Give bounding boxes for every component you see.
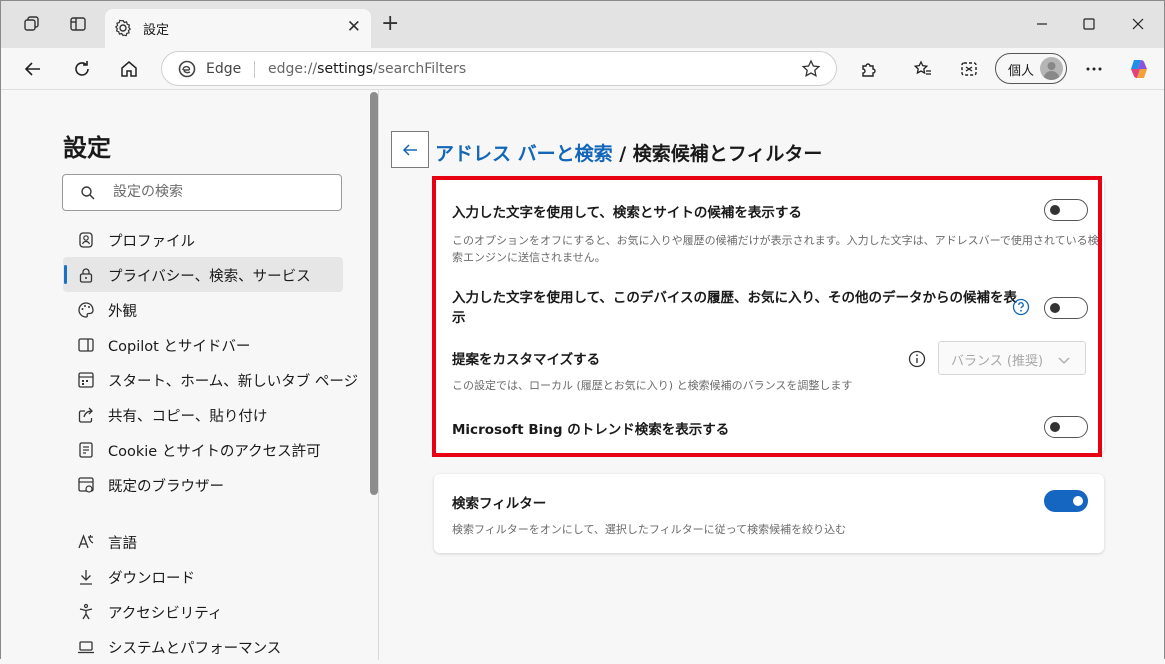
home-grid-icon	[77, 371, 95, 389]
download-icon	[77, 568, 95, 586]
content-area: 設定 プロファイル プライバシー、検索、サービス 外観	[1, 90, 1164, 660]
search-filter-card: 検索フィルター 検索フィルターをオンにして、選択したフィルターに従って検索候補を…	[434, 474, 1104, 553]
workspaces-icon[interactable]	[21, 13, 43, 35]
sidebar-item-label: 共有、コピー、貼り付け	[108, 409, 268, 425]
sidebar-item-share[interactable]: 共有、コピー、貼り付け	[63, 397, 343, 432]
maximize-button[interactable]	[1078, 13, 1100, 35]
sidebar-item-default-browser[interactable]: 既定のブラウザー	[63, 467, 343, 502]
sidebar-item-privacy[interactable]: プライバシー、検索、サービス	[63, 257, 343, 292]
more-menu-icon[interactable]	[1082, 57, 1106, 81]
active-indicator	[64, 265, 67, 284]
settings-search-box[interactable]	[62, 174, 342, 211]
sidebar-item-label: Copilot とサイドバー	[108, 339, 251, 355]
tab-title: 設定	[143, 23, 170, 38]
tab-close-button[interactable]: ✕	[347, 17, 361, 37]
tab-actions-icon[interactable]	[67, 13, 89, 35]
refresh-button[interactable]	[70, 57, 94, 81]
lock-icon	[77, 266, 95, 284]
extensions-icon[interactable]	[857, 57, 881, 81]
accessibility-icon	[77, 603, 95, 621]
suggestions-setting-desc: このオプションをオフにすると、お気に入りや履歴の候補だけが表示されます。入力した…	[452, 234, 1099, 264]
laptop-icon	[77, 638, 95, 656]
profile-label: 個人	[1008, 64, 1035, 79]
browser-window: 設定 ✕ + Edge edge://settings/searchFilter…	[0, 0, 1165, 660]
settings-main: アドレス バーと検索 / 検索候補とフィルター 入力した文字を使用して、検索とサ…	[380, 90, 1165, 660]
sidebar-item-label: スタート、ホーム、新しいタブ ページ	[108, 374, 359, 390]
sidebar-item-language[interactable]: 言語	[63, 524, 343, 559]
breadcrumb-back-button[interactable]	[391, 131, 429, 168]
arrow-left-icon	[402, 143, 417, 156]
copilot-icon[interactable]	[1127, 57, 1151, 81]
sidebar-item-label: 言語	[108, 536, 137, 552]
page-title: 検索候補とフィルター	[632, 143, 823, 165]
address-bar[interactable]: Edge edge://settings/searchFilters	[161, 51, 837, 86]
screenshot-icon[interactable]	[957, 57, 981, 81]
sidebar-item-label: 外観	[108, 304, 137, 320]
gear-icon	[113, 18, 133, 38]
bing-trending-setting-title: Microsoft Bing のトレンド検索を表示する	[452, 422, 730, 438]
avatar	[1040, 57, 1063, 80]
search-suggestions-card: 入力した文字を使用して、検索とサイトの候補を表示する このオプションをオフにする…	[434, 177, 1104, 454]
sidebar-item-label: 既定のブラウザー	[108, 479, 224, 495]
search-input[interactable]	[111, 183, 331, 201]
search-icon	[80, 185, 96, 201]
sidebar-item-label: システムとパフォーマンス	[108, 641, 282, 657]
profile-icon	[77, 231, 95, 249]
customize-dropdown[interactable]: バランス (推奨)	[938, 341, 1086, 375]
info-icon[interactable]	[908, 350, 926, 368]
title-bar: 設定 ✕ +	[1, 1, 1164, 48]
customize-dropdown-value: バランス (推奨)	[951, 354, 1044, 369]
customize-setting-title: 提案をカスタマイズする	[452, 352, 601, 368]
sidebar-item-accessibility[interactable]: アクセシビリティ	[63, 594, 343, 629]
breadcrumb: アドレス バーと検索 / 検索候補とフィルター	[435, 139, 822, 166]
suggestions-setting-title: 入力した文字を使用して、検索とサイトの候補を表示する	[452, 205, 802, 221]
navigation-bar: Edge edge://settings/searchFilters 個人	[1, 48, 1164, 90]
breadcrumb-separator: /	[612, 143, 633, 165]
sidebar-item-label: プライバシー、検索、サービス	[108, 269, 311, 285]
favorite-star-icon[interactable]	[800, 58, 822, 80]
sidebar-item-label: プロファイル	[108, 234, 195, 250]
suggestions-toggle[interactable]	[1044, 199, 1088, 221]
home-button[interactable]	[117, 57, 141, 81]
sidebar-item-start-home[interactable]: スタート、ホーム、新しいタブ ページ	[63, 362, 358, 397]
site-label: Edge	[206, 61, 242, 77]
sidebar-item-downloads[interactable]: ダウンロード	[63, 559, 343, 594]
back-button[interactable]	[21, 57, 45, 81]
help-circle-icon[interactable]	[1012, 298, 1030, 316]
sidebar-item-cookies[interactable]: Cookie とサイトのアクセス許可	[63, 432, 343, 467]
sidebar-item-appearance[interactable]: 外観	[63, 292, 343, 327]
sidebar-item-label: アクセシビリティ	[108, 606, 223, 622]
new-tab-button[interactable]: +	[381, 13, 399, 35]
search-filter-toggle[interactable]	[1044, 490, 1088, 512]
search-filter-title: 検索フィルター	[452, 496, 547, 512]
close-window-button[interactable]	[1127, 13, 1149, 35]
search-filter-desc: 検索フィルターをオンにして、選択したフィルターに従って検索候補を絞り込む	[452, 523, 847, 536]
sidebar-title: 設定	[63, 134, 111, 162]
chevron-down-icon	[1057, 352, 1071, 366]
address-divider	[254, 61, 255, 78]
sidebar-item-profile[interactable]: プロファイル	[63, 222, 343, 257]
language-icon	[77, 533, 95, 551]
browser-icon	[77, 476, 95, 494]
edge-logo-icon	[178, 60, 196, 78]
profile-button[interactable]: 個人	[995, 53, 1067, 84]
sidebar-item-label: Cookie とサイトのアクセス許可	[108, 444, 321, 460]
permissions-icon	[77, 441, 95, 459]
sidebar-icon	[77, 336, 95, 354]
share-icon	[77, 406, 95, 424]
tab-settings[interactable]: 設定 ✕	[105, 9, 371, 48]
sidebar-item-label: ダウンロード	[108, 571, 195, 587]
favorites-icon[interactable]	[911, 57, 935, 81]
url-text[interactable]: edge://settings/searchFilters	[268, 61, 466, 77]
bing-trending-toggle[interactable]	[1044, 416, 1088, 438]
settings-sidebar: 設定 プロファイル プライバシー、検索、サービス 外観	[1, 90, 379, 660]
minimize-button[interactable]	[1031, 13, 1053, 35]
customize-setting-desc: この設定では、ローカル (履歴とお気に入り) と検索候補のバランスを調整します	[452, 379, 853, 392]
device-history-toggle[interactable]	[1044, 297, 1088, 319]
breadcrumb-parent-link[interactable]: アドレス バーと検索	[435, 143, 613, 165]
palette-icon	[77, 301, 95, 319]
sidebar-scrollbar-thumb[interactable]	[370, 92, 378, 495]
sidebar-item-copilot[interactable]: Copilot とサイドバー	[63, 327, 343, 362]
device-history-setting-title: 入力した文字を使用して、このデバイスの履歴、お気に入り、その他のデータからの候補…	[452, 290, 1017, 326]
